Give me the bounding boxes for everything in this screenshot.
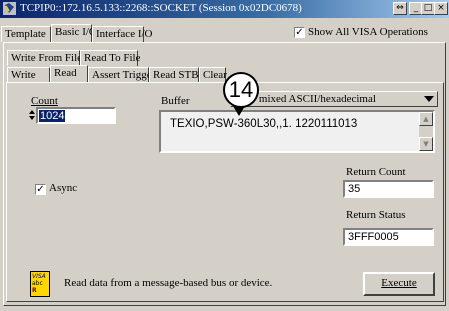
return-count-field: 35 bbox=[343, 180, 434, 198]
buffer-scrollbar[interactable]: ▲ ▼ bbox=[419, 112, 433, 151]
execute-label: Execute bbox=[381, 277, 417, 289]
chevron-down-icon bbox=[424, 96, 434, 102]
return-status-value: 3FFF0005 bbox=[348, 231, 399, 243]
tab-read-to-file[interactable]: Read To File bbox=[80, 50, 140, 66]
show-all-visa-label: Show All VISA Operations bbox=[308, 26, 428, 38]
status-message: Read data from a message-based bus or de… bbox=[64, 277, 273, 289]
app-icon bbox=[3, 2, 16, 15]
count-spinner[interactable] bbox=[28, 108, 36, 122]
return-status-label: Return Status bbox=[346, 209, 406, 221]
tab-template[interactable]: Template bbox=[1, 26, 51, 42]
maximize-button[interactable]: □ bbox=[421, 2, 435, 15]
callout-number: 14 bbox=[223, 72, 259, 108]
restore-icon[interactable]: ⇔ bbox=[393, 2, 407, 15]
execute-button[interactable]: Execute bbox=[363, 272, 435, 296]
tab-write[interactable]: Write bbox=[7, 67, 50, 83]
buffer-display[interactable]: TEXIO,PSW-360L30,,1. 1220111013 ▲ ▼ bbox=[159, 110, 435, 153]
buffer-content: TEXIO,PSW-360L30,,1. 1220111013 bbox=[170, 118, 358, 130]
buffer-label: Buffer bbox=[161, 95, 190, 107]
show-all-visa-checkbox[interactable]: ✓ bbox=[294, 27, 305, 38]
close-button[interactable]: × bbox=[434, 2, 448, 15]
scroll-up-icon[interactable]: ▲ bbox=[419, 112, 433, 126]
tab-assert-trigger[interactable]: Assert Trigger bbox=[88, 67, 155, 83]
title-bar: TCPIP0::172.16.5.133::2268::SOCKET (Sess… bbox=[0, 0, 449, 18]
count-label: Count bbox=[31, 95, 58, 107]
return-status-field: 3FFF0005 bbox=[343, 228, 434, 246]
tab-read-stb[interactable]: Read STB bbox=[149, 67, 199, 83]
count-value: 1024 bbox=[39, 110, 66, 122]
window-title: TCPIP0::172.16.5.133::2268::SOCKET (Sess… bbox=[20, 2, 302, 14]
tab-basic-io[interactable]: Basic I/O bbox=[51, 24, 97, 43]
visa-icon: VISA abc R bbox=[30, 271, 50, 297]
return-count-value: 35 bbox=[348, 183, 361, 195]
tab-write-from-file[interactable]: Write From File bbox=[7, 50, 82, 66]
buffer-mode-select[interactable]: View mixed ASCII/hexadecimal bbox=[230, 91, 438, 107]
callout-pointer-icon bbox=[233, 106, 245, 116]
tab-clear[interactable]: Clear bbox=[199, 67, 227, 83]
scroll-down-icon[interactable]: ▼ bbox=[419, 137, 433, 151]
spinner-arrows-icon bbox=[29, 110, 35, 120]
return-count-label: Return Count bbox=[346, 166, 406, 178]
async-label: Async bbox=[49, 182, 78, 194]
tab-interface-io[interactable]: Interface I/O bbox=[92, 26, 153, 42]
count-input[interactable]: 1024 bbox=[36, 107, 116, 124]
async-checkbox[interactable]: ✓ bbox=[35, 184, 46, 195]
